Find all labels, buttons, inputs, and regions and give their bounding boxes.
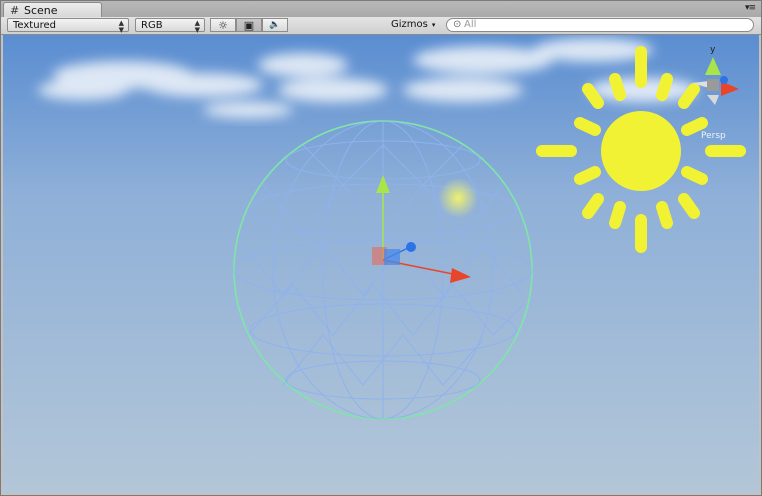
tab-scene[interactable]: # Scene	[3, 2, 102, 18]
projection-label: Persp	[701, 131, 726, 141]
axis-y-label: y	[710, 45, 716, 55]
render-mode-dropdown[interactable]: Textured ▲ ▼	[7, 18, 129, 34]
light-glow	[438, 178, 478, 218]
search-field[interactable]: ⊙ All	[446, 18, 754, 32]
image-icon: ▣	[243, 19, 255, 32]
render-mode-value: Textured	[13, 20, 56, 31]
tab-scene-label: Scene	[24, 4, 58, 17]
scene-overlay-toggle[interactable]: ▣	[236, 18, 262, 32]
speaker-icon: 🔈	[269, 20, 281, 30]
scene-viewport[interactable]: y Persp	[3, 35, 759, 493]
window-menu-icon[interactable]: ▾≡	[745, 3, 756, 14]
search-placeholder: All	[464, 19, 477, 30]
dropdown-arrows-icon: ▲ ▼	[118, 19, 124, 34]
scene-canvas[interactable]: y Persp	[3, 35, 759, 493]
grid-icon: #	[10, 4, 20, 17]
scene-audio-toggle[interactable]: 🔈	[262, 18, 288, 32]
sun-icon: ☼	[218, 19, 228, 32]
color-mode-value: RGB	[141, 20, 163, 31]
scene-window: # Scene ▾≡ Textured ▲ ▼ RGB ▲ ▼ ☼ ▣ 🔈 Gizm…	[0, 0, 762, 496]
scene-lighting-toggle[interactable]: ☼	[210, 18, 236, 32]
chevron-down-icon: ▾	[431, 21, 436, 29]
gizmos-label: Gizmos	[391, 19, 428, 30]
color-mode-dropdown[interactable]: RGB ▲ ▼	[135, 18, 205, 34]
gizmos-dropdown[interactable]: Gizmos ▾	[387, 18, 441, 32]
tab-bar: # Scene ▾≡	[1, 1, 761, 18]
scene-toolbar: Textured ▲ ▼ RGB ▲ ▼ ☼ ▣ 🔈 Gizmos ▾ ⊙ All	[1, 17, 761, 35]
dropdown-arrows-icon: ▲ ▼	[194, 19, 200, 34]
search-icon: ⊙	[453, 19, 462, 30]
